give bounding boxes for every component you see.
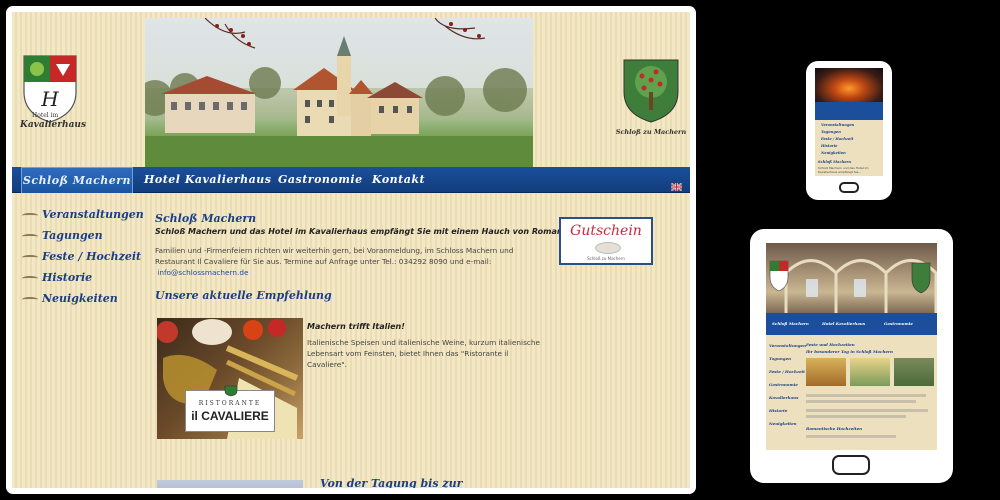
- voucher-image: [595, 242, 621, 254]
- site-header: H Hotel im Kavalierhaus Schloß zu Macher…: [12, 12, 690, 168]
- nav-schloss-machern[interactable]: Schloß Machern: [21, 167, 133, 193]
- sidebar-item-label: Neuigkeiten: [42, 292, 118, 305]
- home-button[interactable]: [832, 455, 870, 475]
- nav-hotel-kavalierhaus[interactable]: Hotel Kavalierhaus: [144, 167, 272, 193]
- recommendation-text: Machern trifft Italien! Italienische Spe…: [307, 322, 557, 370]
- nav-gastronomie[interactable]: Gastronomie: [278, 167, 363, 193]
- phone-menu: Veranstaltungen Tagungen Feste / Hochzei…: [815, 120, 883, 157]
- conference-image: [157, 480, 303, 488]
- recommendation-body: Italienische Speisen und italienische We…: [307, 338, 540, 369]
- tablet-screen: Schloß Machern Hotel Kavalierhaus Gastro…: [766, 243, 937, 450]
- castle-crest: Schloß zu Machern: [616, 56, 686, 142]
- sidebar-item-neuigkeiten[interactable]: Neuigkeiten: [22, 288, 147, 309]
- voucher-banner[interactable]: Gutschein Schloß zu Machern: [559, 217, 653, 265]
- tablet-text-line: [806, 400, 916, 403]
- ristorante-image[interactable]: RISTORANTE il CAVALIERE: [157, 318, 303, 439]
- tablet-nav-schloss[interactable]: Schloß Machern: [772, 321, 809, 326]
- tablet-hero-image: [766, 243, 937, 313]
- phone-text: Schloß Machern und das Hotel im Kavalier…: [818, 166, 869, 174]
- phone-mockup: Veranstaltungen Tagungen Feste / Hochzei…: [806, 61, 892, 200]
- tablet-text-line: [806, 394, 926, 397]
- ristorante-logo: RISTORANTE il CAVALIERE: [185, 385, 275, 432]
- tablet-photo-row: [806, 358, 934, 388]
- tablet-side-item[interactable]: Gastronomie: [769, 382, 803, 395]
- tablet-nav-hotel[interactable]: Hotel Kavalierhaus: [822, 321, 865, 326]
- desktop-website: H Hotel im Kavalierhaus Schloß zu Macher…: [12, 12, 690, 488]
- phone-title: Schloß Machern: [818, 160, 852, 164]
- tablet-side-item[interactable]: Tagungen: [769, 356, 803, 369]
- vaulted-hall-illustration: [769, 259, 937, 313]
- sidebar-item-feste-hochzeit[interactable]: Feste / Hochzeit: [22, 246, 147, 267]
- tablet-mockup: Schloß Machern Hotel Kavalierhaus Gastro…: [750, 229, 953, 483]
- uk-flag-icon[interactable]: [670, 176, 683, 192]
- tablet-text-line: [806, 435, 896, 438]
- tablet-photo: [894, 358, 934, 386]
- tablet-text-line: [806, 415, 906, 418]
- tablet-text-line: [806, 409, 928, 412]
- recommendation-headline: Machern trifft Italien!: [307, 322, 405, 331]
- main-content: Schloß Machern Schloß Machern und das Ho…: [155, 212, 685, 488]
- ristorante-label: RISTORANTE: [198, 400, 262, 407]
- home-button[interactable]: [839, 182, 859, 193]
- ornament-icon: [22, 296, 38, 302]
- tablet-photo: [806, 358, 846, 386]
- tablet-photo: [850, 358, 890, 386]
- ornament-icon: [22, 212, 38, 218]
- main-navigation: Schloß Machern Hotel Kavalierhaus Gastro…: [12, 167, 690, 193]
- cavaliere-label: il CAVALIERE: [191, 409, 269, 423]
- logo-line1: Hotel im: [32, 112, 59, 119]
- tablet-side-item[interactable]: Kavalierhaus: [769, 395, 803, 408]
- ornament-icon: [22, 254, 38, 260]
- sidebar-item-tagungen[interactable]: Tagungen: [22, 225, 147, 246]
- ornament-icon: [22, 275, 38, 281]
- sidebar-item-veranstaltungen[interactable]: Veranstaltungen: [22, 204, 147, 225]
- sidebar-item-label: Tagungen: [42, 229, 103, 242]
- recommendation-heading: Unsere aktuelle Empfehlung: [155, 289, 332, 302]
- phone-menu-item[interactable]: Historie: [815, 143, 883, 150]
- tablet-sidebar: Veranstaltungen Tagungen Feste / Hochzei…: [769, 343, 806, 434]
- tablet-title: Feste und Hochzeiten: [806, 342, 855, 347]
- tablet-section-title: Romantische Hochzeiten: [806, 426, 863, 431]
- tablet-navbar: Schloß Machern Hotel Kavalierhaus Gastro…: [766, 313, 937, 335]
- crest-icon: [224, 385, 238, 397]
- phone-screen: Veranstaltungen Tagungen Feste / Hochzei…: [815, 68, 883, 176]
- email-link[interactable]: info@schlossmachern.de: [157, 268, 248, 277]
- logo-line2: Kavalierhaus: [20, 120, 87, 130]
- ornament-icon: [22, 233, 38, 239]
- voucher-subtitle: Schloß zu Machern: [587, 256, 625, 261]
- tablet-subtitle: Ihr besonderer Tag in Schloß Machern: [806, 349, 893, 354]
- castle-photo: [145, 18, 533, 168]
- voucher-title: Gutschein: [570, 223, 642, 239]
- conference-heading: Von der Tagung bis zur: [320, 477, 463, 488]
- phone-menu-item[interactable]: Feste / Hochzeit: [815, 136, 883, 143]
- svg-text:H: H: [40, 87, 59, 111]
- tablet-nav-gastronomie[interactable]: Gastronomie: [884, 321, 913, 326]
- tablet-content: Feste und Hochzeiten Ihr besonderer Tag …: [806, 342, 934, 438]
- phone-menu-item[interactable]: Veranstaltungen: [815, 122, 883, 129]
- sidebar-item-historie[interactable]: Historie: [22, 267, 147, 288]
- tree-crest-icon: [623, 59, 679, 123]
- info-paragraph: Familien und -Firmenfeiern richten wir w…: [155, 245, 540, 278]
- sidebar-item-label: Veranstaltungen: [42, 208, 144, 221]
- tablet-side-item[interactable]: Veranstaltungen: [769, 343, 806, 356]
- sidebar-item-label: Historie: [42, 271, 93, 284]
- crest-caption: Schloß zu Machern: [615, 128, 687, 136]
- phone-menu-item[interactable]: Neuigkeiten: [815, 150, 883, 157]
- tablet-side-item[interactable]: Historie: [769, 408, 803, 421]
- sidebar-item-label: Feste / Hochzeit: [42, 250, 142, 263]
- sidebar-menu: Veranstaltungen Tagungen Feste / Hochzei…: [22, 204, 147, 309]
- info-text: Familien und -Firmenfeiern richten wir w…: [155, 246, 514, 266]
- castle-illustration: [145, 18, 533, 168]
- hotel-logo[interactable]: H Hotel im Kavalierhaus: [18, 52, 88, 140]
- nav-kontakt[interactable]: Kontakt: [372, 167, 425, 193]
- phone-menu-item[interactable]: Tagungen: [815, 129, 883, 136]
- tablet-side-item[interactable]: Feste / Hochzeit: [769, 369, 805, 382]
- phone-hero-image: [815, 68, 883, 102]
- tablet-side-item[interactable]: Neuigkeiten: [769, 421, 803, 434]
- phone-navbar[interactable]: [815, 102, 883, 120]
- desktop-mockup: H Hotel im Kavalierhaus Schloß zu Macher…: [6, 6, 696, 494]
